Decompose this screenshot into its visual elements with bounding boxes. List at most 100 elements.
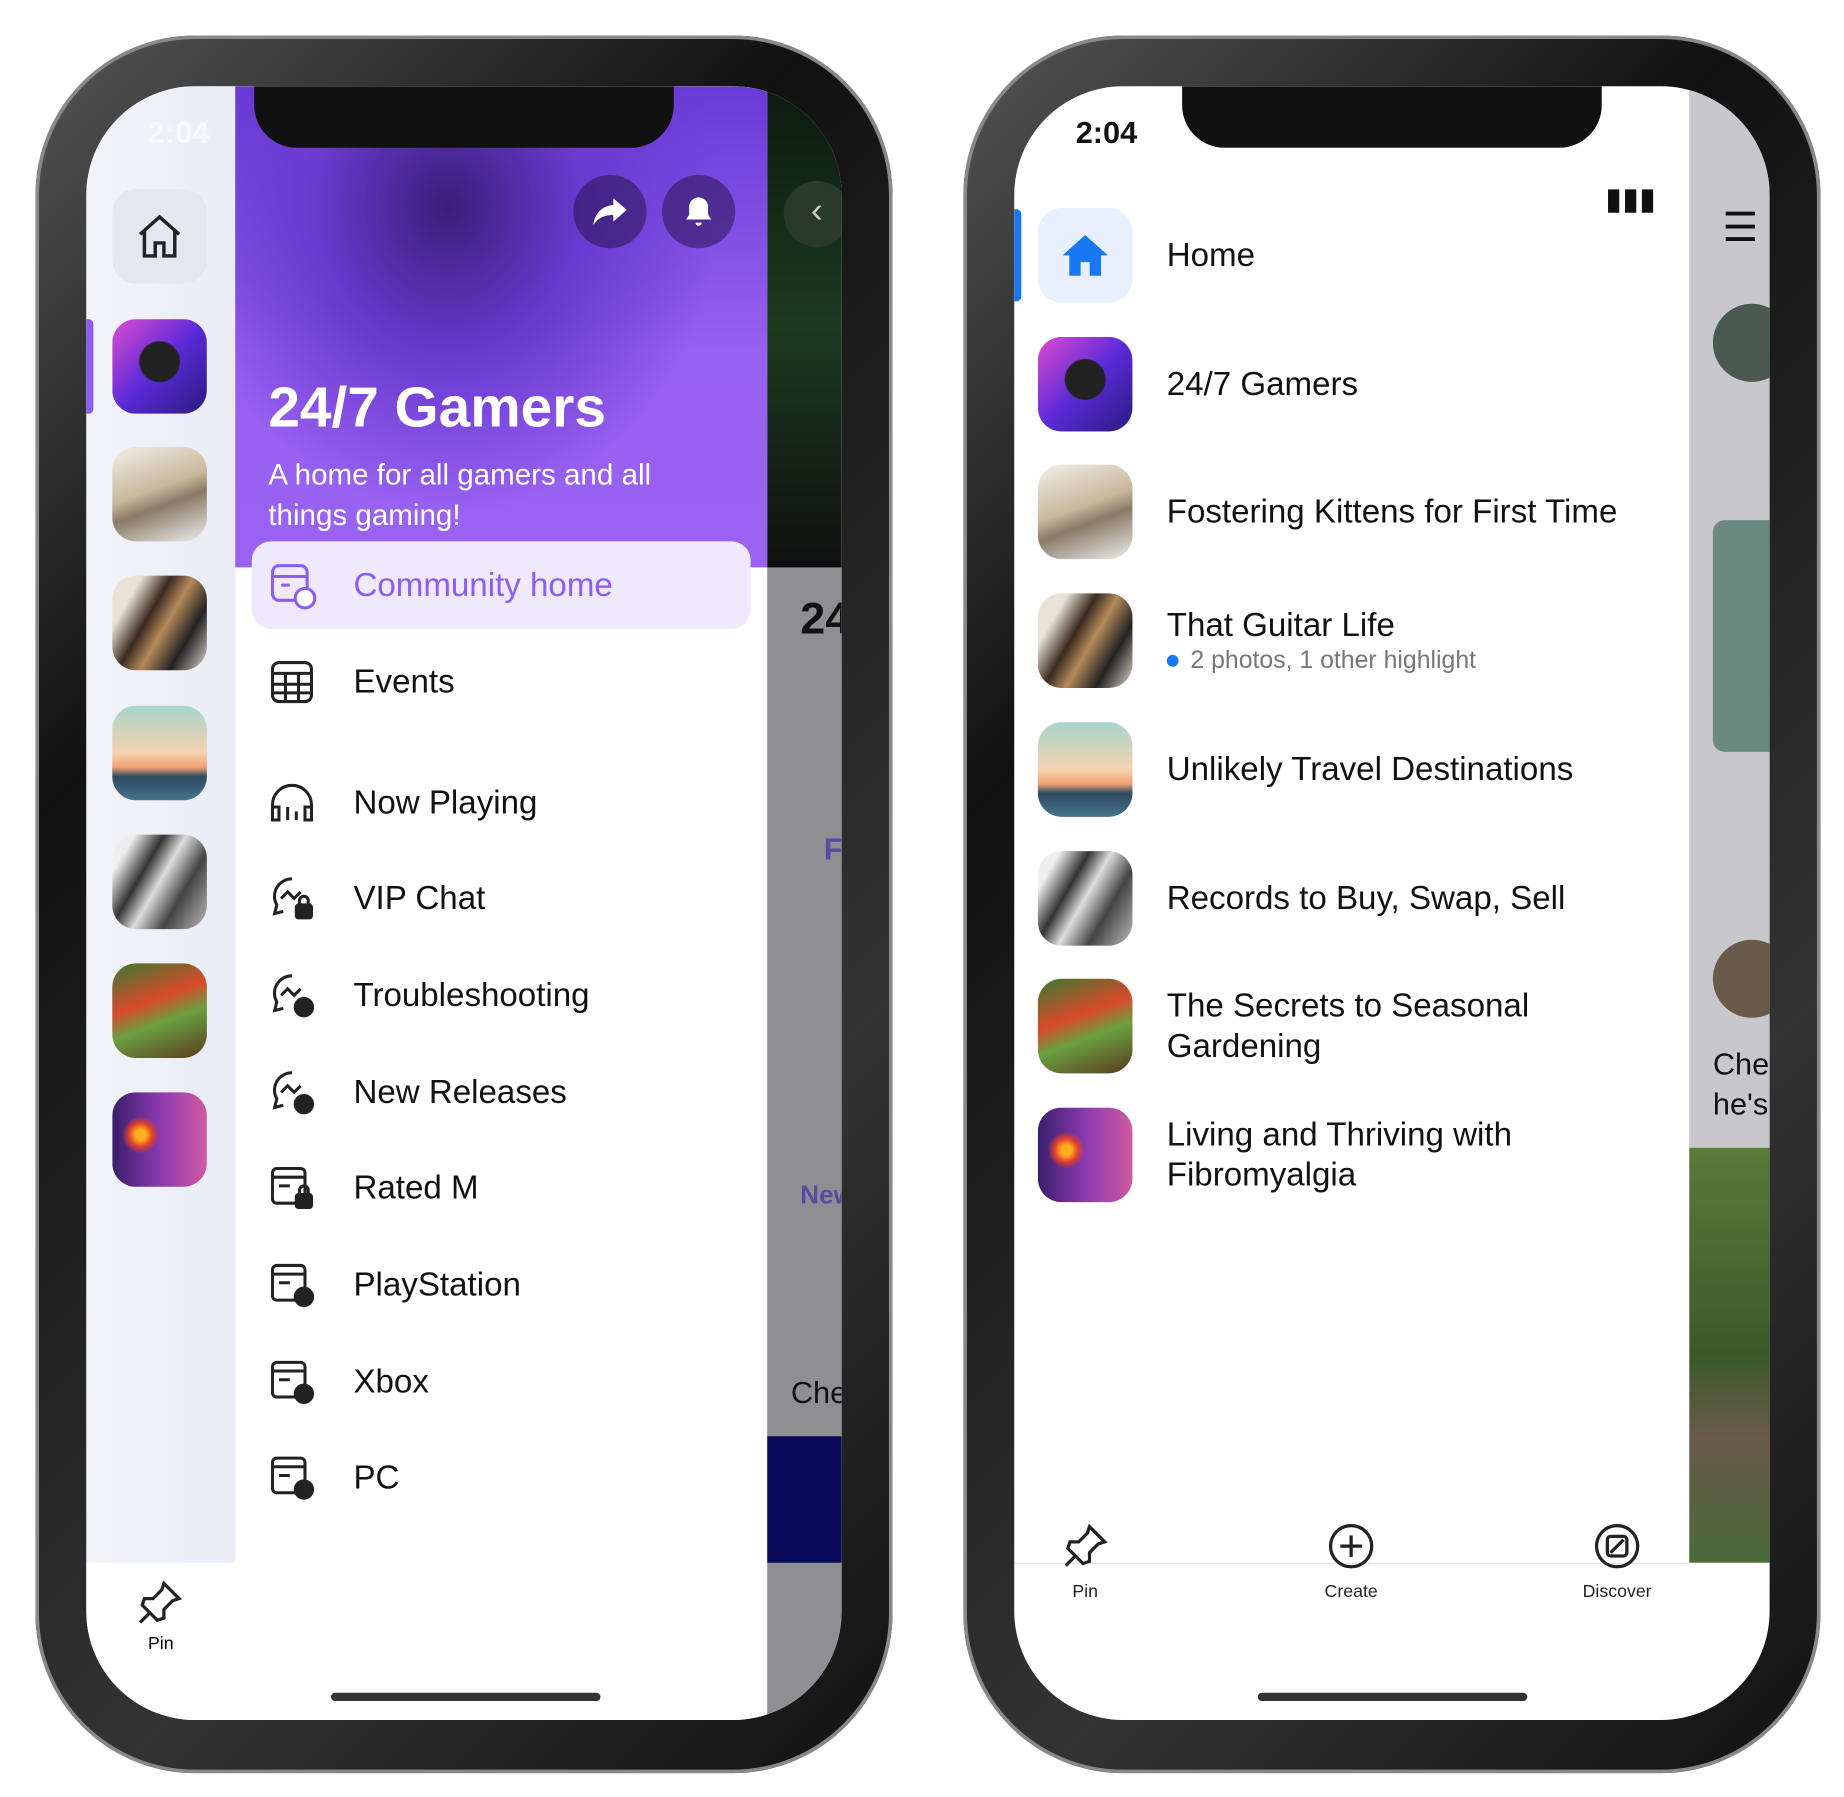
- menu-item-label: VIP Chat: [353, 879, 486, 917]
- bell-icon: [686, 197, 712, 226]
- unread-dot: [1166, 655, 1179, 668]
- menu-item-now-playing[interactable]: Now Playing: [252, 759, 751, 846]
- community-thumb-gardening[interactable]: [112, 963, 207, 1058]
- community-thumb-travel[interactable]: [112, 705, 207, 801]
- chat-lock-icon: [266, 872, 318, 924]
- community-thumb-kittens[interactable]: [112, 446, 207, 542]
- menu-item-label: Rated M: [353, 1169, 479, 1206]
- background-page-peek[interactable]: ‹ 24 F New Che: [767, 86, 842, 1720]
- menu-item-label: PlayStation: [353, 1266, 521, 1303]
- background-page-peek[interactable]: ☰ Che he's: [1689, 86, 1770, 1563]
- menu-item-community-home[interactable]: Community home: [251, 541, 751, 629]
- notch: [1182, 86, 1602, 148]
- menu-item-label: Xbox: [353, 1362, 429, 1400]
- community-thumb: [1037, 978, 1133, 1074]
- hamburger-menu-icon[interactable]: ☰: [1722, 205, 1758, 252]
- right-screen: 2:04 ▮▮▮ Home 24/7 Gamers Fostering Kitten…: [1014, 86, 1770, 1720]
- peek-text: Che: [790, 1374, 842, 1411]
- community-drawer: 24/7 Gamers A home for all gamers and al…: [235, 86, 768, 1720]
- community-list-item[interactable]: 24/7 Gamers: [1037, 336, 1676, 433]
- status-time: 2:04: [1075, 114, 1138, 151]
- board-globe-icon: [266, 1452, 318, 1504]
- chat-globe-icon: [266, 1066, 318, 1118]
- pin-tab[interactable]: Pin: [86, 1562, 236, 1720]
- right-phone: 2:04 ▮▮▮ Home 24/7 Gamers Fostering Kitten…: [963, 35, 1821, 1774]
- tab-discover[interactable]: Discover: [1558, 1523, 1676, 1602]
- tab-pin[interactable]: Pin: [1026, 1523, 1144, 1602]
- tab-label: Discover: [1582, 1581, 1652, 1602]
- share-icon: [593, 198, 627, 225]
- community-thumb: [1037, 336, 1133, 432]
- menu-item-label: New Releases: [353, 1073, 567, 1110]
- home-indicator: [330, 1692, 601, 1702]
- tab-label: Pin: [1072, 1581, 1098, 1602]
- community-list-item[interactable]: The Secrets to Seasonal Gardening: [1037, 978, 1676, 1075]
- item-label: Living and Thriving with Fibromyalgia: [1166, 1115, 1513, 1193]
- peek-label: New: [800, 1179, 841, 1210]
- community-sidebar: 2:04 Pin: [86, 86, 236, 1720]
- compass-icon: [1594, 1523, 1640, 1569]
- menu-item-playstation[interactable]: PlayStation: [252, 1241, 751, 1328]
- pin-label: Pin: [147, 1633, 174, 1654]
- status-time: 2:04: [147, 114, 210, 151]
- community-home-icon: [266, 559, 318, 611]
- community-list-item[interactable]: That Guitar Life 2 photos, 1 other highli…: [1037, 592, 1676, 689]
- menu-item-label: Troubleshooting: [353, 976, 590, 1014]
- tab-label: Create: [1324, 1581, 1378, 1602]
- tab-create[interactable]: Create: [1292, 1523, 1410, 1602]
- peek-chip: F: [823, 831, 842, 867]
- active-indicator: [86, 319, 94, 414]
- community-title: 24/7 Gamers: [268, 377, 606, 440]
- community-thumb-records[interactable]: [112, 834, 207, 930]
- home-indicator: [1257, 1692, 1528, 1702]
- chat-globe-icon: [266, 969, 318, 1021]
- item-label: That Guitar Life: [1166, 606, 1395, 644]
- community-description: A home for all gamers and all things gam…: [268, 458, 652, 532]
- item-label: Fostering Kittens for First Time: [1166, 492, 1618, 530]
- headphones-icon: [266, 777, 318, 829]
- community-list-item[interactable]: Home: [1037, 207, 1676, 304]
- community-list-item[interactable]: Records to Buy, Swap, Sell: [1037, 850, 1676, 947]
- menu-item-rated-m[interactable]: Rated M: [252, 1144, 751, 1231]
- community-thumb: [1037, 464, 1133, 560]
- menu-item-new-releases[interactable]: New Releases: [252, 1049, 751, 1136]
- back-chevron-icon[interactable]: ‹: [783, 180, 842, 248]
- community-thumb-gamers[interactable]: [112, 319, 207, 414]
- community-header: 24/7 Gamers A home for all gamers and al…: [235, 86, 768, 568]
- menu-item-pc[interactable]: PC: [252, 1434, 751, 1521]
- notifications-button[interactable]: [661, 174, 736, 249]
- item-label: Records to Buy, Swap, Sell: [1166, 879, 1566, 917]
- menu-item-label: PC: [353, 1458, 400, 1496]
- community-list-item[interactable]: Unlikely Travel Destinations: [1037, 721, 1676, 818]
- board-globe-icon: [266, 1259, 318, 1311]
- board-lock-icon: [266, 1162, 318, 1214]
- home-button[interactable]: [112, 189, 207, 284]
- community-list-item[interactable]: Living and Thriving with Fibromyalgia: [1037, 1106, 1676, 1203]
- community-thumb: [1037, 851, 1133, 946]
- active-indicator: [1014, 209, 1022, 302]
- item-label: Home: [1166, 236, 1256, 274]
- community-thumb-guitar[interactable]: [112, 575, 207, 671]
- menu-item-vip-chat[interactable]: VIP Chat: [252, 855, 751, 942]
- community-thumb: [1037, 593, 1133, 688]
- left-phone: 2:04 Pin 24/7 Gamers A home for all game…: [35, 35, 893, 1774]
- community-thumb-fibromyalgia[interactable]: [112, 1092, 207, 1187]
- plus-circle-icon: [1328, 1523, 1374, 1569]
- home-outline-icon: [138, 214, 181, 258]
- item-label: The Secrets to Seasonal Gardening: [1166, 987, 1530, 1064]
- menu-item-xbox[interactable]: Xbox: [252, 1338, 751, 1425]
- menu-item-label: Events: [353, 663, 455, 700]
- notch: [254, 86, 674, 148]
- menu-item-label: Now Playing: [353, 783, 538, 821]
- share-button[interactable]: [573, 174, 647, 249]
- home-icon: [1037, 208, 1133, 303]
- item-subtitle: 2 photos, 1 other highlight: [1166, 645, 1476, 676]
- item-label: Unlikely Travel Destinations: [1166, 750, 1574, 788]
- community-list-item[interactable]: Fostering Kittens for First Time: [1037, 463, 1676, 560]
- community-thumb: [1037, 1107, 1133, 1203]
- peek-title: 24: [800, 594, 841, 645]
- menu-item-troubleshooting[interactable]: Troubleshooting: [252, 952, 751, 1039]
- menu-item-label: Community home: [353, 566, 613, 603]
- community-thumb: [1037, 722, 1133, 817]
- menu-item-events[interactable]: Events: [252, 638, 751, 725]
